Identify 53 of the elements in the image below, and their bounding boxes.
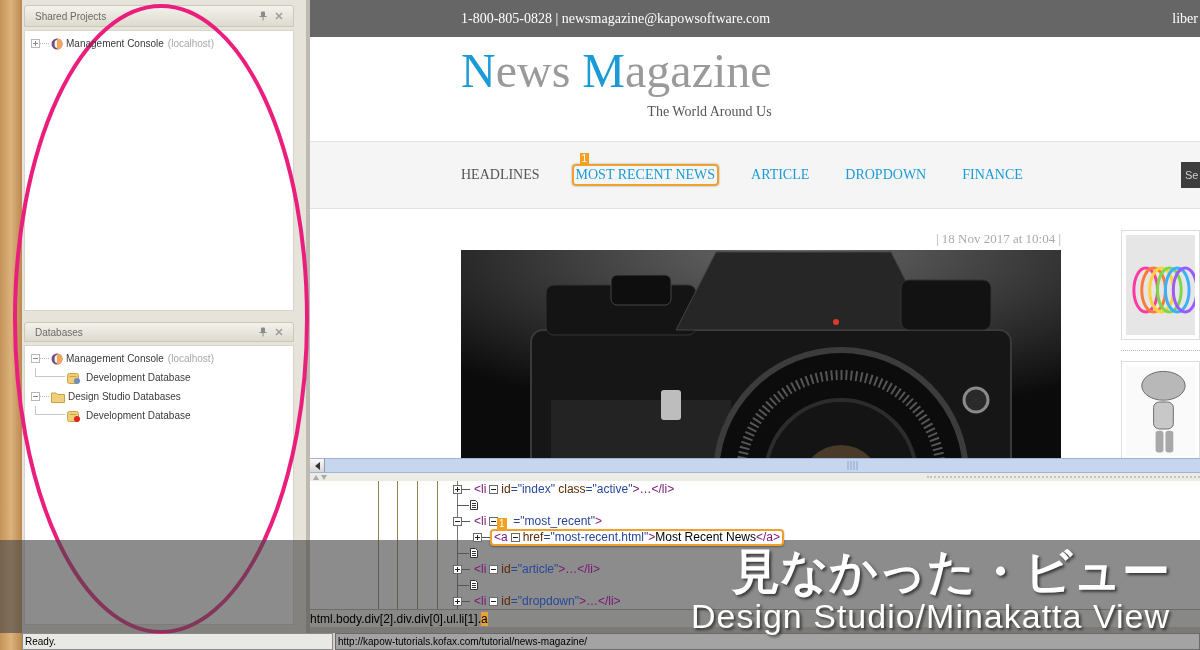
- minus-box-icon[interactable]: [489, 564, 499, 574]
- article-date: | 18 Nov 2017 at 10:04 |: [935, 231, 1061, 247]
- scroll-left-button[interactable]: [310, 459, 325, 472]
- tree-item-label[interactable]: Design Studio Databases: [68, 389, 181, 404]
- tree-item-label[interactable]: Management Console: [66, 351, 164, 366]
- collapse-icon[interactable]: [453, 516, 462, 526]
- tag-name: <a: [494, 529, 508, 546]
- minus-box-icon[interactable]: [489, 516, 499, 526]
- expand-icon[interactable]: [453, 564, 462, 574]
- search-field[interactable]: Se: [1181, 162, 1200, 188]
- tag-name: <li: [474, 481, 487, 498]
- panel-title: Databases: [35, 325, 83, 340]
- marker-badge: 1: [497, 517, 507, 529]
- expand-icon[interactable]: [453, 596, 462, 606]
- tree-item-label[interactable]: Development Database: [86, 408, 191, 423]
- tree-connector: [35, 368, 65, 377]
- document-icon[interactable]: [470, 580, 478, 590]
- document-icon[interactable]: [470, 500, 478, 510]
- node-markup: id="dropdown">…</li>: [501, 593, 621, 609]
- expand-icon[interactable]: [453, 484, 462, 494]
- top-bar-text: liber: [1172, 10, 1198, 28]
- folder-icon: [51, 390, 65, 403]
- pin-icon[interactable]: [259, 11, 267, 21]
- expand-icon[interactable]: [473, 532, 482, 542]
- tree-item-label[interactable]: Development Database: [86, 370, 191, 385]
- status-message: Ready.: [22, 633, 333, 650]
- left-arrow-icon: [314, 461, 320, 470]
- console-icon: [51, 352, 63, 365]
- console-icon: [51, 37, 63, 50]
- horizontal-scrollbar[interactable]: [310, 458, 1200, 473]
- nav-link[interactable]: HEADLINES: [457, 164, 544, 186]
- scroll-grip-icon[interactable]: [845, 461, 860, 470]
- node-markup: id="index" class="active">…</li>: [501, 481, 675, 498]
- panel-title: Shared Projects: [35, 9, 107, 24]
- host-label: (localhost): [167, 37, 214, 51]
- minus-box-icon[interactable]: [489, 484, 499, 494]
- node-markup: id="article">…</li>: [501, 561, 600, 578]
- tag-name: <li: [474, 593, 487, 609]
- minus-box-icon[interactable]: [489, 596, 499, 606]
- tag-name: <li: [474, 561, 487, 578]
- document-icon[interactable]: [470, 548, 478, 558]
- element-path: html.body.div[2].div.div[0].ul.li[1].a: [310, 610, 488, 628]
- marker-badge: 1: [579, 153, 590, 164]
- pin-icon[interactable]: [259, 327, 267, 337]
- banner-subtitle: Design Studio/Minakatta View: [690, 599, 1170, 633]
- node-markup: ="most_recent">: [513, 513, 602, 530]
- contact-info: 1-800-805-0828 | newsmagazine@kapowsoftware.com: [461, 10, 771, 28]
- minus-box-icon[interactable]: [510, 532, 520, 542]
- node-markup: href="most-recent.html">Most Recent News</a>: [522, 529, 780, 546]
- host-label: (localhost): [167, 352, 214, 366]
- tag-name: <li: [474, 513, 487, 530]
- site-tagline: The World Around Us: [647, 103, 772, 120]
- tree-connector: [35, 406, 65, 415]
